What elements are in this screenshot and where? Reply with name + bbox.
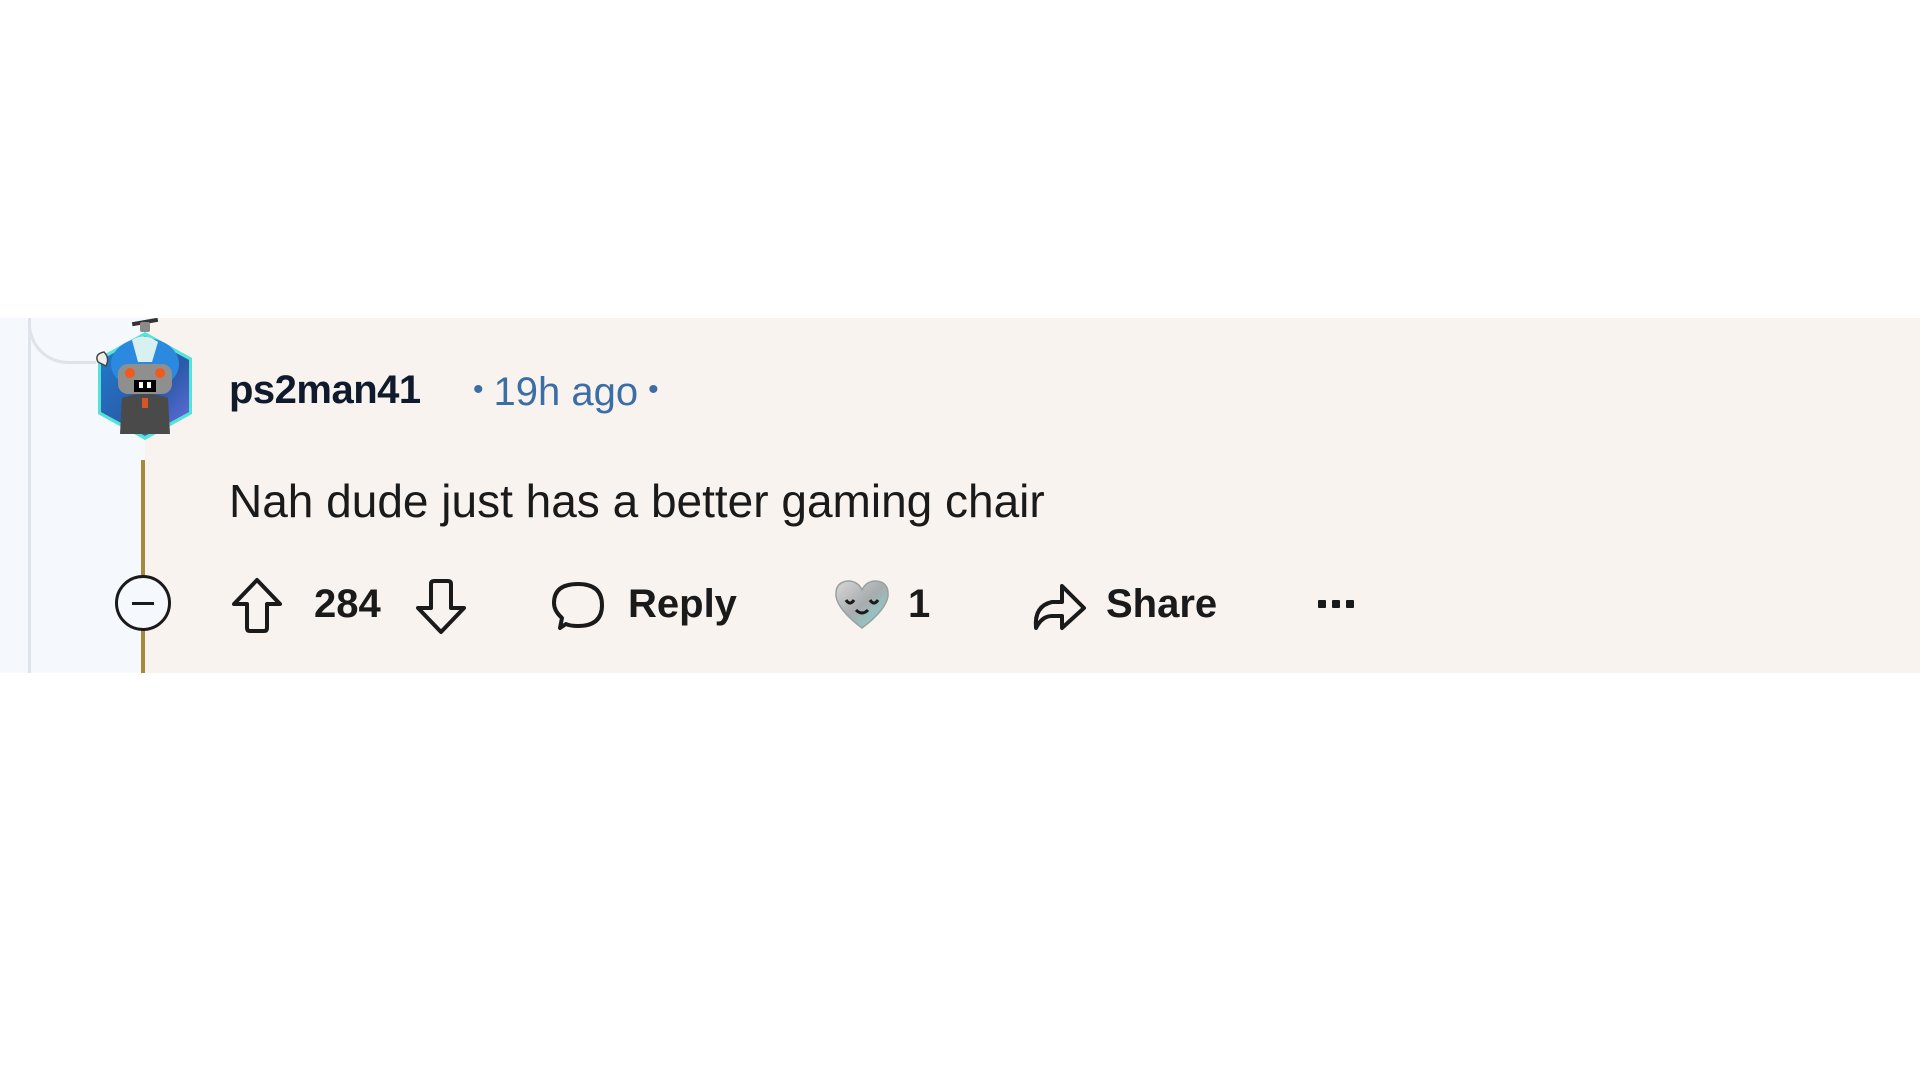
award-count: 1 bbox=[908, 582, 931, 626]
share-icon bbox=[1033, 584, 1086, 630]
comment-timestamp[interactable]: 19h ago bbox=[494, 370, 639, 414]
downvote-icon[interactable] bbox=[414, 578, 468, 636]
reply-label: Reply bbox=[628, 582, 737, 626]
more-options-icon[interactable] bbox=[1314, 594, 1358, 614]
comment-meta: • 19h ago • bbox=[463, 370, 669, 415]
meta-separator: • bbox=[648, 373, 659, 406]
silver-heart-award-icon bbox=[835, 580, 889, 629]
comment-body: Nah dude just has a better gaming chair bbox=[229, 475, 1045, 527]
comment-action-bar: 284 Reply 1 Share bbox=[0, 570, 1920, 640]
reply-icon bbox=[552, 582, 604, 630]
comment-author[interactable]: ps2man41 bbox=[229, 368, 421, 413]
avatar[interactable] bbox=[92, 318, 198, 442]
share-label: Share bbox=[1106, 582, 1218, 626]
upvote-icon[interactable] bbox=[230, 576, 284, 634]
active-thread-line[interactable] bbox=[141, 460, 145, 673]
meta-separator: • bbox=[473, 373, 484, 406]
vote-score: 284 bbox=[314, 582, 381, 626]
